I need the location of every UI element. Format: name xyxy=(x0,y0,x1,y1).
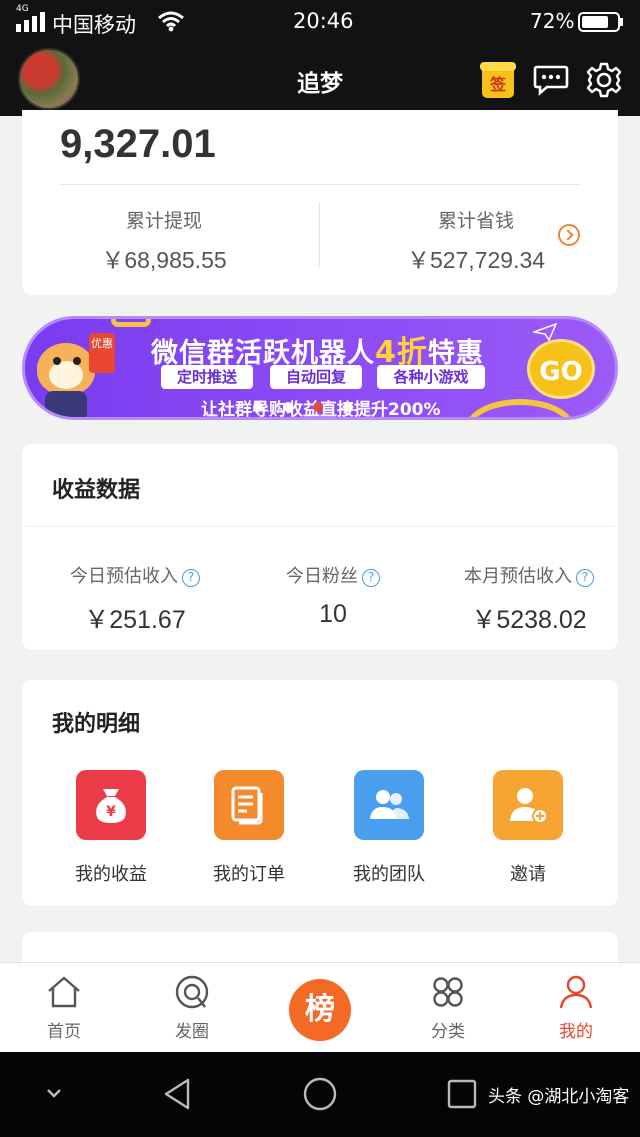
tab-profile[interactable]: 我的 xyxy=(531,973,621,1042)
svg-text:¥: ¥ xyxy=(106,804,116,820)
gear-icon[interactable] xyxy=(585,61,623,99)
banner-decoration xyxy=(111,319,151,327)
battery-percent: 72% xyxy=(530,9,575,33)
feature-chip: 自动回复 xyxy=(270,365,362,389)
tab-home[interactable]: 首页 xyxy=(19,973,109,1042)
home-circle-icon[interactable] xyxy=(302,1076,338,1112)
tab-moments[interactable]: 发圈 xyxy=(147,973,237,1042)
carousel-dot[interactable] xyxy=(343,402,353,412)
earnings-title: 收益数据 xyxy=(52,478,141,503)
feature-chip: 定时推送 xyxy=(161,365,253,389)
withdrawn-stat[interactable]: 累计提现 ￥68,985.55 xyxy=(34,206,294,275)
tile-label: 我的团队 xyxy=(353,864,425,885)
clock: 20:46 xyxy=(293,9,354,33)
carrier-name: 中国移动 xyxy=(52,13,136,37)
back-icon[interactable] xyxy=(160,1076,196,1112)
app-header: 追梦 签 xyxy=(0,44,640,116)
tab-label: 我的 xyxy=(559,1022,593,1042)
carousel-indicator xyxy=(253,397,393,412)
order-doc-icon xyxy=(214,770,284,840)
discount-badge: 优惠 xyxy=(89,333,115,373)
tab-label: 发圈 xyxy=(175,1022,209,1042)
mascot-eye xyxy=(53,357,61,365)
help-icon[interactable]: ? xyxy=(576,569,594,587)
metric-label: 本月预估收入? xyxy=(456,562,602,588)
metric-today-income[interactable]: 今日预估收入? ￥251.67 xyxy=(62,562,208,636)
home-icon xyxy=(48,976,80,1008)
balance-value: 9,327.01 xyxy=(60,122,216,166)
summary-card: 9,327.01 累计提现 ￥68,985.55 累计省钱 ￥527,729.3… xyxy=(22,110,618,295)
recent-apps-icon[interactable] xyxy=(446,1078,478,1110)
divider xyxy=(26,526,614,527)
saved-value: ￥527,729.34 xyxy=(406,247,546,273)
divider xyxy=(60,184,580,185)
mascot-eye xyxy=(73,357,81,365)
tile-label: 邀请 xyxy=(510,864,546,885)
metric-value: ￥5238.02 xyxy=(471,606,587,634)
metric-today-fans[interactable]: 今日粉丝? 10 xyxy=(278,562,388,629)
metric-label-text: 今日粉丝 xyxy=(286,566,358,587)
chevron-down-icon[interactable] xyxy=(44,1086,64,1100)
metric-label-text: 今日预估收入 xyxy=(70,566,178,587)
invite-button[interactable]: 邀请 xyxy=(473,770,583,886)
help-icon[interactable]: ? xyxy=(182,569,200,587)
watermark: 头条 @湖北小淘客 xyxy=(488,1087,630,1107)
details-card: 我的明细 ¥ 我的收益 我的订单 我的团队 邀请 xyxy=(22,680,618,906)
banner-decoration xyxy=(465,399,575,417)
my-team-button[interactable]: 我的团队 xyxy=(334,770,444,886)
metric-label-text: 本月预估收入 xyxy=(464,566,572,587)
top-bar: 4G 中国移动 20:46 72% 追梦 签 xyxy=(0,0,640,116)
my-orders-button[interactable]: 我的订单 xyxy=(194,770,304,886)
metric-label: 今日预估收入? xyxy=(62,562,208,588)
tab-category[interactable]: 分类 xyxy=(403,973,493,1042)
category-icon xyxy=(433,977,463,1007)
sign-in-label: 签 xyxy=(489,75,506,94)
sign-in-rim xyxy=(480,62,516,71)
my-earnings-button[interactable]: ¥ 我的收益 xyxy=(56,770,166,886)
carousel-dot-active[interactable] xyxy=(313,402,323,412)
moments-icon xyxy=(175,975,209,1009)
tab-label: 分类 xyxy=(431,1022,465,1042)
earnings-card: 收益数据 今日预估收入? ￥251.67 今日粉丝? 10 本月预估收入? ￥5… xyxy=(22,444,618,650)
bottom-tab-bar: 首页 发圈 榜 分类 我的 xyxy=(0,962,640,1052)
team-icon xyxy=(354,770,424,840)
chevron-right-icon[interactable] xyxy=(558,224,580,246)
tab-label: 首页 xyxy=(47,1022,81,1042)
withdrawn-value: ￥68,985.55 xyxy=(101,247,227,273)
paper-plane-icon xyxy=(533,323,557,341)
mascot-body xyxy=(45,391,87,417)
system-nav-bar: 头条 @湖北小淘客 xyxy=(0,1052,640,1137)
tile-label: 我的订单 xyxy=(213,864,285,885)
withdrawn-label: 累计提现 xyxy=(125,210,202,232)
status-bar: 4G 中国移动 20:46 72% xyxy=(0,0,640,44)
profile-icon xyxy=(559,975,593,1009)
metric-value: ￥251.67 xyxy=(84,606,186,634)
go-button[interactable]: GO xyxy=(527,339,595,399)
sign-in-button[interactable]: 签 xyxy=(480,62,516,98)
feature-chip: 各种小游戏 xyxy=(377,365,485,389)
wifi-icon xyxy=(158,11,184,32)
carousel-dot[interactable] xyxy=(253,402,263,412)
money-bag-icon: ¥ xyxy=(76,770,146,840)
promo-banner[interactable]: 优惠 微信群活跃机器人4折特惠 定时推送 自动回复 各种小游戏 让社群导购收益直… xyxy=(22,316,618,420)
signal-icon xyxy=(16,12,45,32)
ranking-button[interactable]: 榜 xyxy=(289,979,351,1041)
mascot-face xyxy=(37,343,95,395)
metric-month-income[interactable]: 本月预估收入? ￥5238.02 xyxy=(456,562,602,636)
details-title: 我的明细 xyxy=(52,712,141,737)
metric-value: 10 xyxy=(319,600,347,628)
help-icon[interactable]: ? xyxy=(362,569,380,587)
message-icon[interactable] xyxy=(533,64,569,96)
tile-label: 我的收益 xyxy=(75,864,147,885)
battery-icon xyxy=(578,12,623,32)
invite-user-icon xyxy=(493,770,563,840)
metric-label: 今日粉丝? xyxy=(278,562,388,588)
divider-vertical xyxy=(319,202,320,268)
carousel-dot[interactable] xyxy=(283,402,293,412)
